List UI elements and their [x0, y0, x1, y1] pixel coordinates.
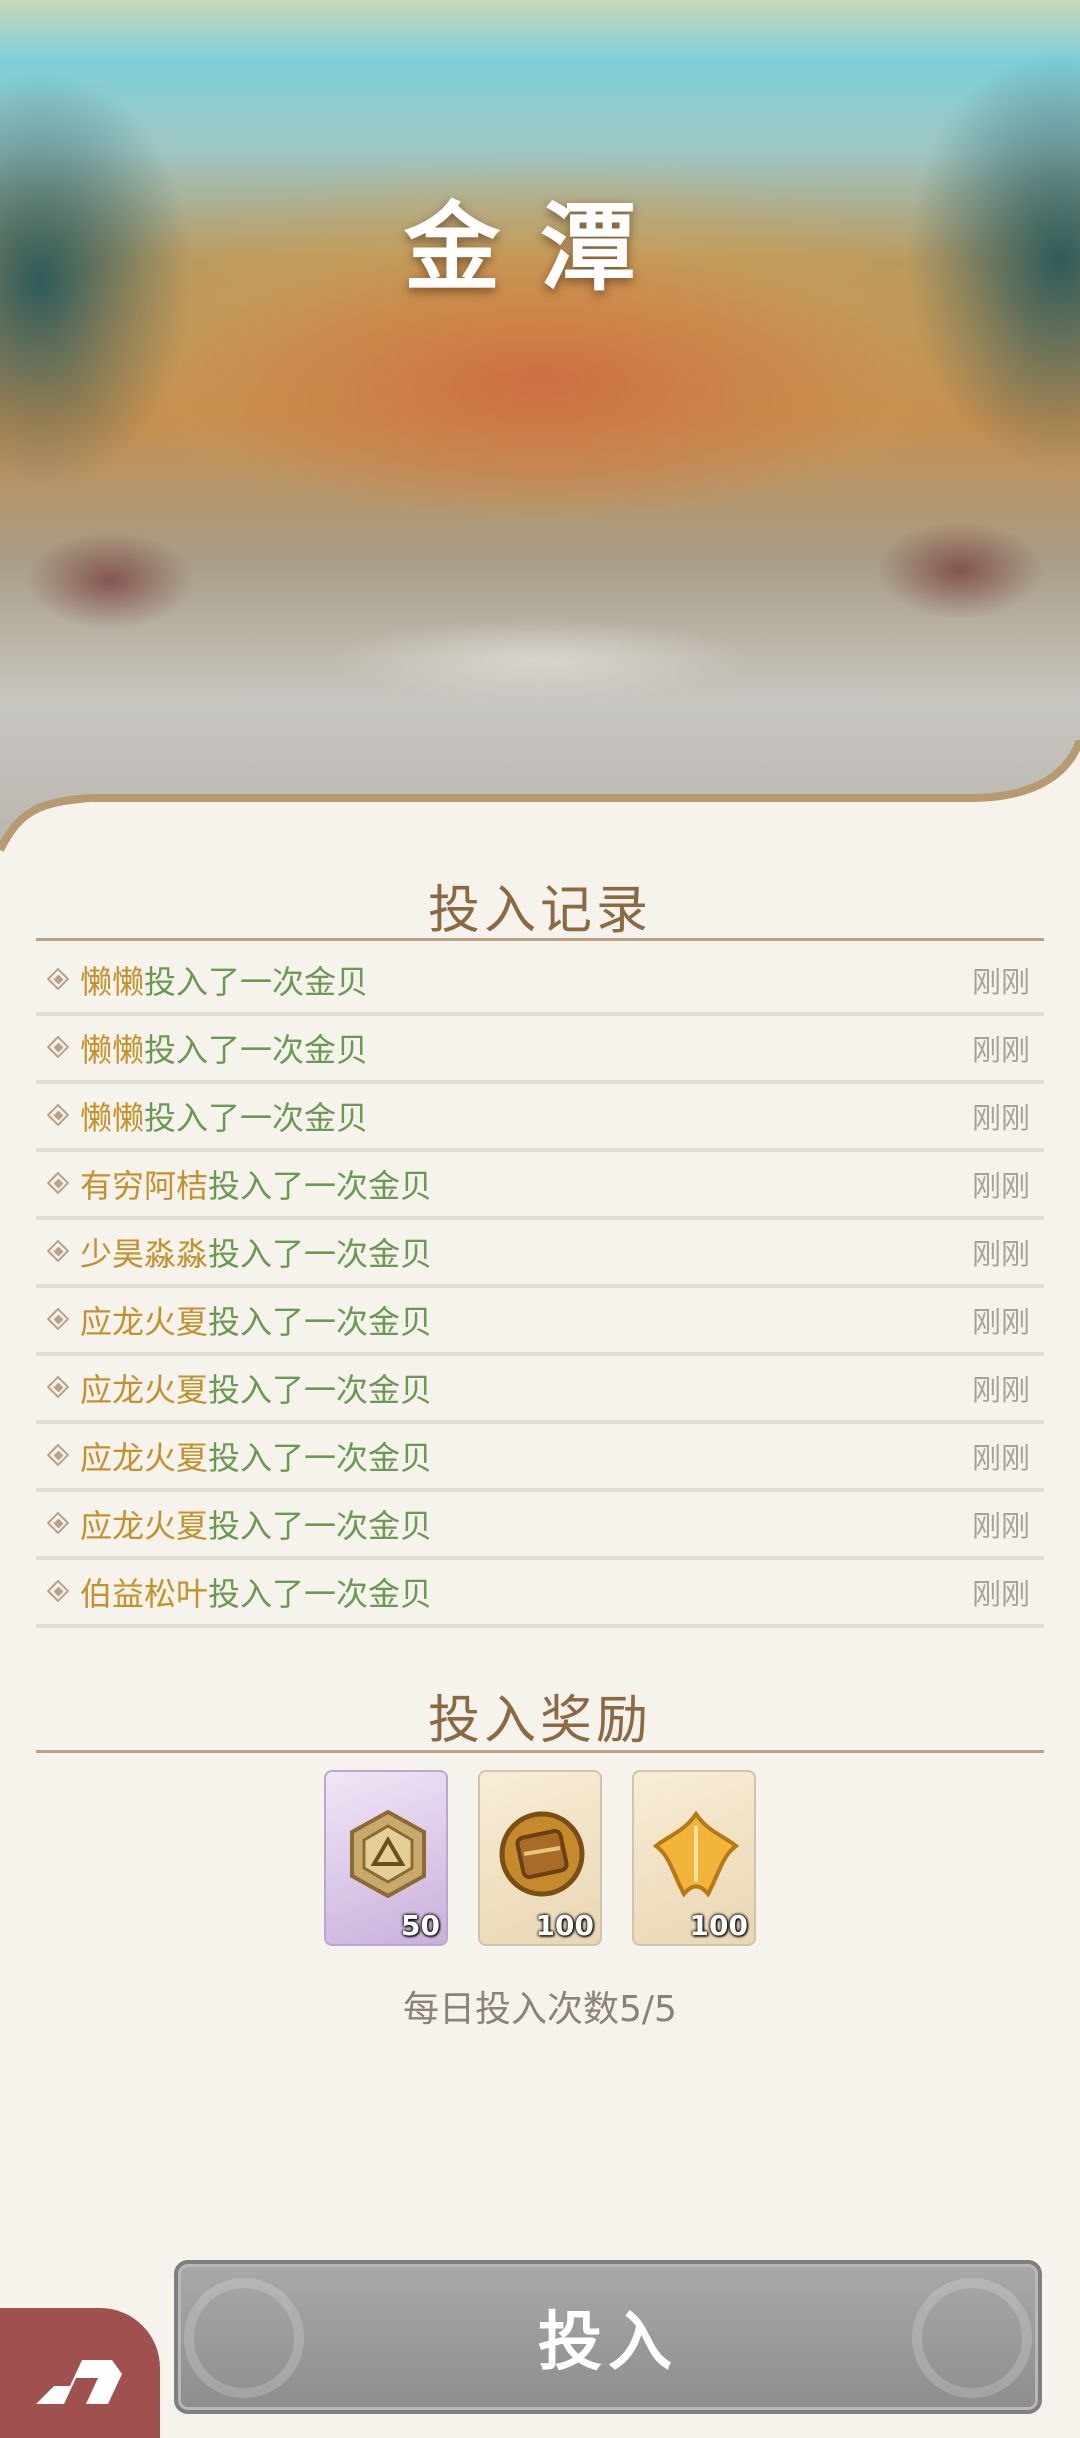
diamond-icon [46, 1375, 72, 1401]
record-time: 刚刚 [971, 1509, 1030, 1543]
back-icon [36, 2360, 122, 2404]
rewards-title: 投入奖励 [427, 1691, 652, 1751]
diamond-icon [46, 1171, 72, 1197]
record-action: 投入了一次金贝 [208, 1235, 433, 1273]
record-action: 投入了一次金贝 [144, 1099, 369, 1137]
record-player-name: 懒懒 [80, 1031, 145, 1069]
record-player-name: 伯益松叶 [80, 1575, 209, 1613]
record-player-name: 少昊淼淼 [80, 1235, 209, 1273]
button-ornament-left [184, 2278, 304, 2398]
diamond-icon [46, 1103, 72, 1129]
reward-item[interactable]: 100 [632, 1770, 756, 1946]
diamond-icon [46, 1579, 72, 1605]
reward-count: 50 [401, 1909, 440, 1942]
record-time: 刚刚 [971, 1373, 1030, 1407]
record-action: 投入了一次金贝 [208, 1371, 433, 1409]
record-row: 应龙火夏 投入了一次金贝 刚刚 [36, 1356, 1044, 1424]
record-action: 投入了一次金贝 [208, 1507, 433, 1545]
record-row: 应龙火夏 投入了一次金贝 刚刚 [36, 1492, 1044, 1560]
diamond-icon [46, 1035, 72, 1061]
record-row: 应龙火夏 投入了一次金贝 刚刚 [36, 1424, 1044, 1492]
diamond-icon [46, 967, 72, 993]
record-time: 刚刚 [971, 1101, 1030, 1135]
record-row: 应龙火夏 投入了一次金贝 刚刚 [36, 1288, 1044, 1356]
rewards-row: 50 100 100 [324, 1770, 756, 1946]
diamond-icon [46, 1239, 72, 1265]
reward-item[interactable]: 100 [478, 1770, 602, 1946]
record-time: 刚刚 [971, 965, 1030, 999]
record-row: 懒懒 投入了一次金贝 刚刚 [36, 948, 1044, 1016]
gold-leaf-icon [652, 1810, 740, 1898]
record-time: 刚刚 [971, 1169, 1030, 1203]
record-player-name: 懒懒 [80, 963, 145, 1001]
record-time: 刚刚 [971, 1305, 1030, 1339]
button-ornament-right [912, 2278, 1032, 2398]
record-player-name: 应龙火夏 [80, 1439, 209, 1477]
diamond-icon [46, 1511, 72, 1537]
record-player-name: 应龙火夏 [80, 1303, 209, 1341]
reward-item[interactable]: 50 [324, 1770, 448, 1946]
records-list: 懒懒 投入了一次金贝 刚刚 懒懒 投入了一次金贝 刚刚 懒懒 投入了一次金贝 刚刚 有穷阿桔 投入了… [36, 948, 1044, 1628]
record-player-name: 有穷阿桔 [80, 1167, 209, 1205]
reward-count: 100 [689, 1909, 748, 1942]
record-time: 刚刚 [971, 1237, 1030, 1271]
record-action: 投入了一次金贝 [144, 1031, 369, 1069]
record-player-name: 应龙火夏 [80, 1371, 209, 1409]
record-action: 投入了一次金贝 [208, 1167, 433, 1205]
hero-banner: 金潭 [0, 0, 1080, 860]
record-row: 有穷阿桔 投入了一次金贝 刚刚 [36, 1152, 1044, 1220]
coin-emblem-icon [350, 1809, 426, 1899]
record-row: 少昊淼淼 投入了一次金贝 刚刚 [36, 1220, 1044, 1288]
daily-limit-text: 每日投入次数5/5 [403, 1989, 677, 2030]
record-row: 伯益松叶 投入了一次金贝 刚刚 [36, 1560, 1044, 1628]
record-action: 投入了一次金贝 [208, 1575, 433, 1613]
record-action: 投入了一次金贝 [144, 963, 369, 1001]
record-time: 刚刚 [971, 1577, 1030, 1611]
wood-shield-icon [499, 1811, 585, 1897]
back-button[interactable] [0, 2308, 160, 2438]
records-divider [36, 938, 1044, 941]
record-action: 投入了一次金贝 [208, 1303, 433, 1341]
record-time: 刚刚 [971, 1033, 1030, 1067]
records-title: 投入记录 [427, 881, 652, 941]
record-player-name: 应龙火夏 [80, 1507, 209, 1545]
record-action: 投入了一次金贝 [208, 1439, 433, 1477]
pool-title: 金潭 [404, 191, 676, 304]
submit-button-label: 投入 [538, 2305, 678, 2380]
record-time: 刚刚 [971, 1441, 1030, 1475]
diamond-icon [46, 1443, 72, 1469]
rewards-divider [36, 1750, 1044, 1753]
diamond-icon [46, 1307, 72, 1333]
submit-button[interactable]: 投入 [174, 2260, 1042, 2414]
record-row: 懒懒 投入了一次金贝 刚刚 [36, 1084, 1044, 1152]
record-player-name: 懒懒 [80, 1099, 145, 1137]
reward-count: 100 [535, 1909, 594, 1942]
record-row: 懒懒 投入了一次金贝 刚刚 [36, 1016, 1044, 1084]
